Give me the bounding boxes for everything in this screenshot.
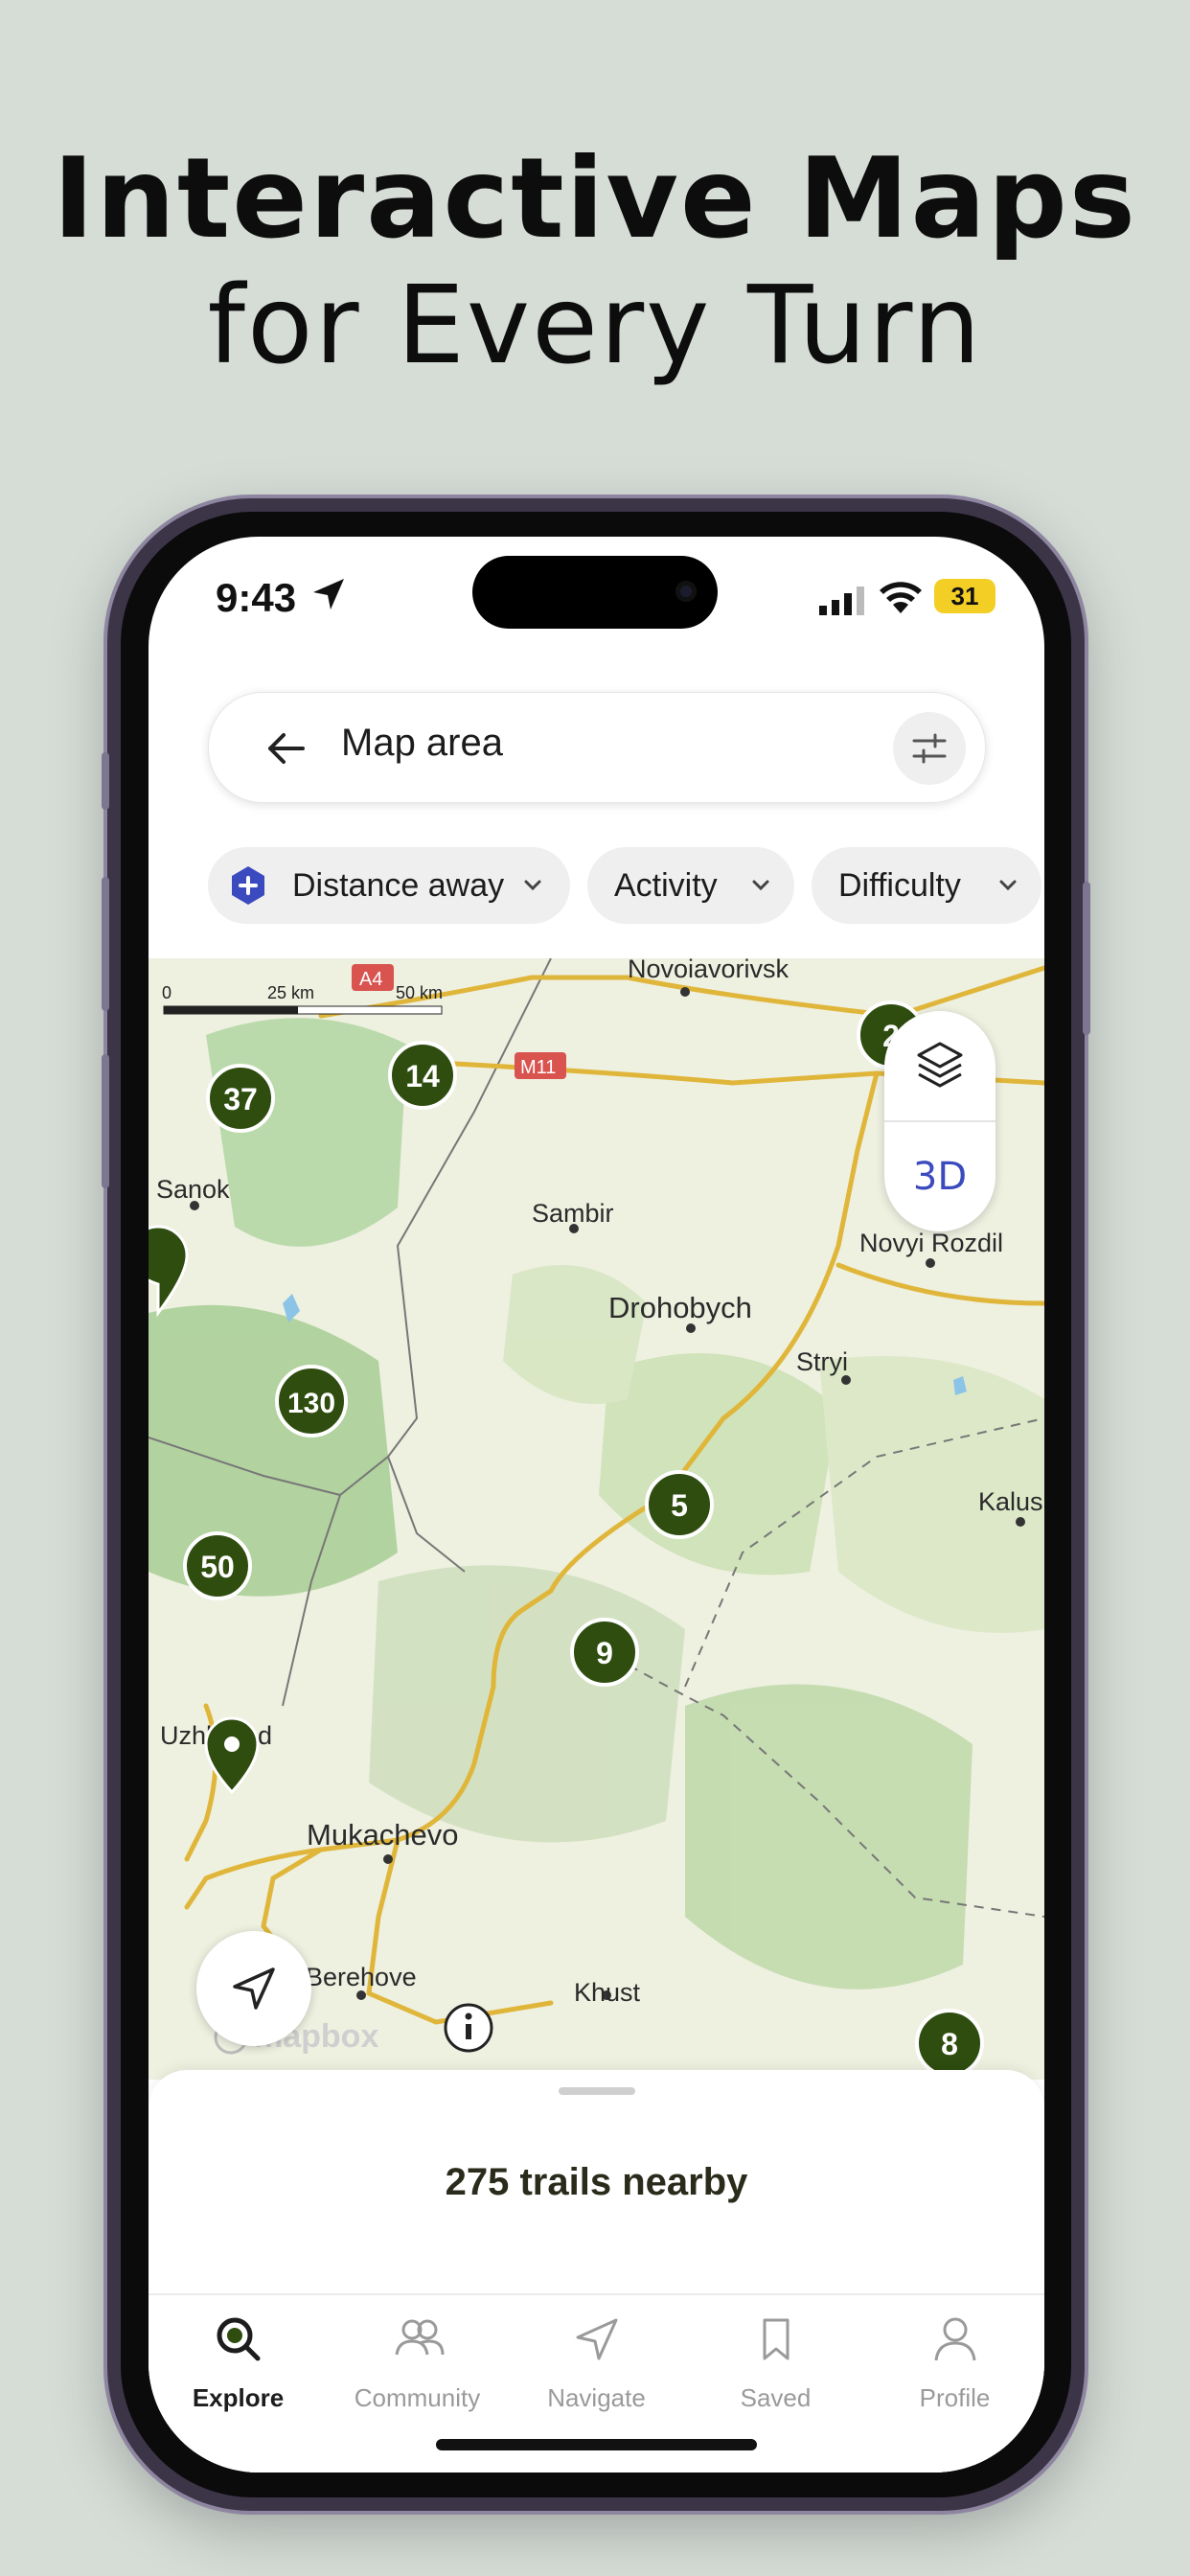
place-label: Novoiavorivsk xyxy=(628,958,790,983)
tab-label: Profile xyxy=(919,2383,991,2412)
navigate-icon xyxy=(576,2318,618,2360)
phone-power-button xyxy=(1083,882,1090,1035)
cellular-signal-icon xyxy=(819,586,864,615)
bookmark-icon xyxy=(763,2318,790,2360)
chip-label: Distance away xyxy=(292,867,505,904)
place-label: Mukachevo xyxy=(307,1818,459,1852)
cluster-count: 50 xyxy=(200,1550,235,1584)
3d-toggle-button[interactable]: 3D xyxy=(884,1155,995,1199)
search-input[interactable]: Map area xyxy=(341,722,503,765)
chevron-down-icon xyxy=(752,880,769,891)
place-label: Novyi Rozdil xyxy=(859,1229,1003,1257)
cluster-count: 14 xyxy=(405,1059,440,1093)
road-shield-label: M11 xyxy=(520,1057,556,1078)
place-label: Stryi xyxy=(796,1347,848,1376)
map-forest-area xyxy=(503,1265,647,1404)
trail-cluster-marker[interactable]: 8 xyxy=(915,2009,984,2078)
trail-cluster-marker[interactable]: 9 xyxy=(570,1618,639,1687)
locate-me-button[interactable] xyxy=(196,1931,311,2046)
person-icon xyxy=(934,2317,976,2361)
map-scale: 0 25 km 50 km xyxy=(162,983,443,1015)
tab-label: Community xyxy=(354,2383,481,2412)
chip-difficulty[interactable]: Difficulty xyxy=(812,847,1041,924)
navigate-arrow-icon xyxy=(233,1967,275,2010)
layers-icon[interactable] xyxy=(913,1038,967,1092)
chevron-down-icon xyxy=(999,880,1017,891)
phone-volume-down xyxy=(102,1054,109,1188)
tab-explore[interactable]: Explore xyxy=(149,2295,328,2472)
phone-side-button xyxy=(102,752,109,810)
battery-indicator: 31 xyxy=(934,579,995,613)
trail-pin-marker[interactable] xyxy=(149,1225,189,1318)
trail-cluster-marker[interactable]: 37 xyxy=(206,1064,275,1133)
back-arrow-icon[interactable] xyxy=(264,727,307,770)
camera-icon xyxy=(675,581,697,602)
place-label: Khust xyxy=(574,1978,641,2007)
sliders-icon xyxy=(912,733,947,764)
map-controls-panel: 3D xyxy=(884,1011,995,1231)
trail-cluster-marker[interactable]: 14 xyxy=(388,1041,457,1110)
cluster-count: 8 xyxy=(941,2027,958,2061)
dynamic-island xyxy=(472,556,718,629)
phone-screen: 9:43 31 Map area Distance away Activity … xyxy=(149,537,1044,2472)
cluster-count: 130 xyxy=(287,1388,335,1419)
tab-label: Saved xyxy=(740,2383,812,2412)
home-indicator[interactable] xyxy=(436,2439,757,2450)
location-arrow-icon xyxy=(313,579,344,610)
trail-cluster-marker[interactable]: 5 xyxy=(645,1470,714,1539)
people-icon xyxy=(395,2319,445,2356)
trails-count: 275 trails nearby xyxy=(445,2161,748,2203)
search-icon xyxy=(217,2317,261,2361)
search-bar[interactable]: Map area xyxy=(208,692,986,803)
tab-bar: Explore Community Navigate Saved Profile xyxy=(149,2293,1044,2472)
sheet-drag-handle[interactable] xyxy=(559,2087,635,2095)
filter-chips: Distance away Activity Difficulty xyxy=(208,847,1044,924)
town-dot xyxy=(356,1990,366,2000)
tab-profile[interactable]: Profile xyxy=(865,2295,1044,2472)
status-time: 9:43 xyxy=(216,575,297,620)
headline-title: Interactive Maps xyxy=(53,134,1137,264)
map-view[interactable]: Novoiavorivsk Sanok Sambir Drohobych Nov… xyxy=(149,958,1044,2080)
place-label: Sambir xyxy=(532,1199,614,1228)
map-road xyxy=(835,1262,1044,1306)
chip-activity[interactable]: Activity xyxy=(587,847,794,924)
town-dot xyxy=(680,987,690,997)
place-label: Sanok xyxy=(156,1175,230,1204)
town-dot xyxy=(1016,1517,1025,1527)
map-forest-area xyxy=(685,1684,973,1990)
scale-label-mid: 25 km xyxy=(267,983,314,1002)
filter-button[interactable] xyxy=(893,712,966,785)
town-dot xyxy=(383,1854,393,1864)
town-dot xyxy=(841,1375,851,1385)
town-dot xyxy=(926,1258,935,1268)
cluster-count: 5 xyxy=(671,1488,688,1523)
cluster-count: 9 xyxy=(596,1636,613,1670)
map-border xyxy=(387,958,552,1458)
tab-label: Explore xyxy=(192,2383,285,2412)
place-label: Drohobych xyxy=(608,1291,752,1324)
info-icon[interactable] xyxy=(444,2003,493,2053)
tab-label: Navigate xyxy=(547,2383,646,2412)
scale-label-zero: 0 xyxy=(162,983,172,1002)
chevron-down-icon xyxy=(524,880,541,891)
phone-volume-up xyxy=(102,877,109,1011)
map-forest-area xyxy=(599,1353,838,1576)
trail-cluster-marker[interactable]: 50 xyxy=(183,1531,252,1600)
scale-label-end: 50 km xyxy=(396,983,443,1002)
chip-label: Activity xyxy=(614,867,718,904)
badge-icon xyxy=(232,866,264,905)
headline-subtitle: for Every Turn xyxy=(207,264,983,388)
cluster-count: 37 xyxy=(223,1082,258,1116)
wifi-icon xyxy=(880,582,922,613)
place-label: Kalus xyxy=(978,1487,1043,1516)
trail-cluster-marker[interactable]: 130 xyxy=(275,1365,348,1438)
chip-distance-away[interactable]: Distance away xyxy=(208,847,570,924)
divider xyxy=(884,1120,995,1122)
chip-label: Difficulty xyxy=(838,867,961,904)
road-shield-label: A4 xyxy=(359,969,382,990)
town-dot xyxy=(686,1323,696,1333)
place-label: Berehove xyxy=(306,1963,417,1991)
